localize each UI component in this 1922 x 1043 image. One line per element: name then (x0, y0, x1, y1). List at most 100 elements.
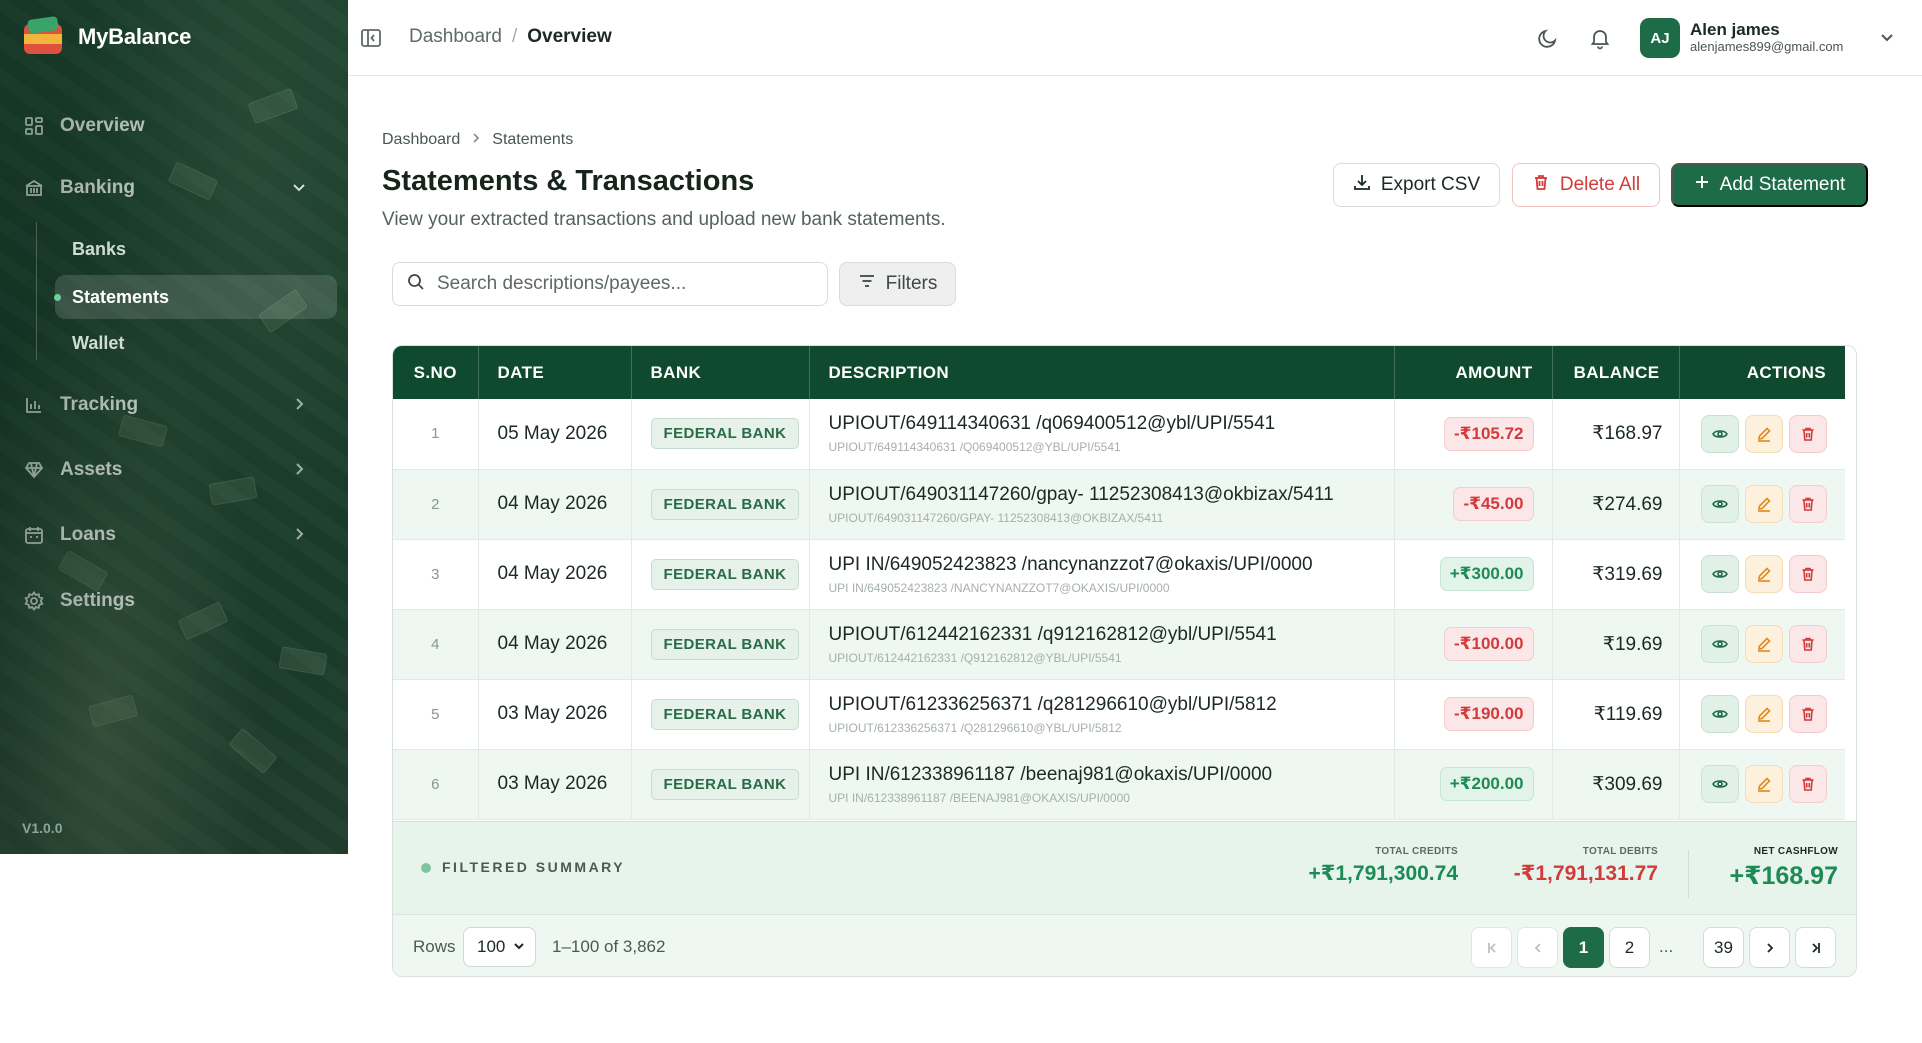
delete-button[interactable] (1789, 765, 1827, 803)
description-raw: UPI IN/649052423823 /NANCYNANZZOT7@OKAXI… (828, 580, 1170, 595)
edit-button[interactable] (1745, 414, 1783, 453)
bank-badge: FEDERAL BANK (650, 698, 800, 730)
eye-icon (1712, 780, 1728, 788)
column-header[interactable]: S.NO (393, 346, 479, 399)
brand[interactable]: MyBalance (22, 15, 191, 58)
row-number: 1 (393, 399, 479, 469)
edit-button[interactable] (1745, 625, 1783, 663)
next-page-button[interactable] (1749, 927, 1790, 968)
button-label: Filters (885, 273, 938, 294)
net-cashflow-label: NET CASHFLOW (1753, 846, 1838, 857)
total-credits-value: +₹1,791,300.74 (1308, 862, 1459, 885)
bell-icon[interactable] (1588, 26, 1612, 50)
page-button[interactable]: 1 (1563, 927, 1604, 968)
delete-button[interactable] (1789, 414, 1827, 453)
filters-button[interactable]: Filters (839, 262, 956, 306)
row-date: 04 May 2026 (478, 539, 632, 609)
sidebar-item-label: Assets (60, 459, 123, 480)
view-button[interactable] (1701, 765, 1739, 803)
table-row[interactable]: 4 04 May 2026 FEDERAL BANK UPIOUT/612442… (393, 609, 1845, 679)
column-header[interactable]: BALANCE (1552, 346, 1680, 399)
search-input[interactable] (437, 273, 797, 295)
sidebar-item-overview[interactable]: Overview (22, 104, 327, 148)
column-header[interactable]: AMOUNT (1394, 346, 1553, 399)
bank-icon (22, 176, 46, 200)
sidebar-subitem-label: Statements (72, 286, 170, 307)
search-box[interactable] (392, 262, 828, 306)
amount-badge: -₹45.00 (1453, 487, 1534, 521)
column-header[interactable]: DATE (478, 346, 632, 399)
bar-chart-icon (22, 393, 46, 417)
view-button[interactable] (1701, 414, 1739, 453)
sidebar-subitem-statements[interactable]: Statements (72, 277, 169, 317)
column-header[interactable]: BANK (631, 346, 810, 399)
edit-button[interactable] (1745, 695, 1783, 733)
description-raw: UPI IN/612338961187 /BEENAJ981@OKAXIS/UP… (828, 790, 1130, 805)
description-raw: UPIOUT/649031147260/GPAY- 11252308413@OK… (828, 510, 1164, 525)
row-amount: -₹105.72 (1394, 399, 1553, 469)
total-credits-label: TOTAL CREDITS (1375, 846, 1458, 857)
delete-button[interactable] (1789, 555, 1827, 593)
delete-all-button[interactable]: Delete All (1512, 163, 1660, 207)
column-header[interactable]: DESCRIPTION (809, 346, 1395, 399)
table-row[interactable]: 6 03 May 2026 FEDERAL BANK UPI IN/612338… (393, 749, 1845, 819)
row-number: 3 (393, 539, 479, 609)
view-button[interactable] (1701, 555, 1739, 593)
row-actions (1679, 539, 1845, 609)
download-icon (1353, 173, 1371, 197)
sidebar-item-assets[interactable]: Assets (22, 448, 327, 492)
breadcrumb-current: Statements (492, 131, 574, 148)
description-main: UPI IN/612338961187 /beenaj981@okaxis/UP… (828, 763, 1273, 785)
first-page-button[interactable] (1471, 927, 1512, 968)
sidebar-item-settings[interactable]: Settings (22, 579, 327, 623)
button-label: Delete All (1559, 174, 1641, 195)
sidebar-item-label: Tracking (60, 394, 139, 415)
edit-button[interactable] (1745, 765, 1783, 803)
view-button[interactable] (1701, 625, 1739, 663)
sidebar-subitem-banks[interactable]: Banks (72, 229, 126, 269)
add-statement-button[interactable]: Add Statement (1671, 163, 1868, 207)
moon-icon[interactable] (1536, 26, 1560, 50)
page-button[interactable]: 39 (1703, 927, 1744, 968)
table-row[interactable]: 2 04 May 2026 FEDERAL BANK UPIOUT/649031… (393, 469, 1845, 539)
eye-icon (1712, 640, 1728, 648)
edit-button[interactable] (1745, 485, 1783, 523)
delete-button[interactable] (1789, 625, 1827, 663)
page-button[interactable]: 2 (1609, 927, 1650, 968)
last-page-button[interactable] (1795, 927, 1836, 968)
view-button[interactable] (1701, 695, 1739, 733)
previous-page-button[interactable] (1517, 927, 1558, 968)
edit-button[interactable] (1745, 555, 1783, 593)
rows-per-page-value: 100 (477, 937, 506, 956)
export-csv-button[interactable]: Export CSV (1333, 163, 1500, 207)
sidebar-subitem-wallet[interactable]: Wallet (72, 323, 124, 363)
delete-button[interactable] (1789, 485, 1827, 523)
delete-button[interactable] (1789, 695, 1827, 733)
sidebar-item-loans[interactable]: Loans (22, 513, 327, 557)
table-row[interactable]: 3 04 May 2026 FEDERAL BANK UPI IN/649052… (393, 539, 1845, 609)
table-row[interactable]: 5 03 May 2026 FEDERAL BANK UPIOUT/612336… (393, 679, 1845, 749)
avatar[interactable]: AJ (1640, 18, 1680, 58)
table-row[interactable]: 1 05 May 2026 FEDERAL BANK UPIOUT/649114… (393, 399, 1845, 469)
amount-badge: -₹190.00 (1444, 697, 1534, 731)
breadcrumb-root[interactable]: Dashboard (382, 131, 460, 149)
breadcrumb-root[interactable]: Dashboard (409, 26, 502, 48)
description-raw: UPIOUT/612442162331 /Q912162812@YBL/UPI/… (828, 650, 1122, 665)
trash-icon (1802, 427, 1814, 441)
sidebar-toggle-icon[interactable] (360, 27, 382, 49)
row-number: 5 (393, 679, 479, 749)
user-name[interactable]: Alen james (1690, 20, 1780, 40)
trash-icon (1802, 567, 1814, 581)
row-balance: ₹274.69 (1552, 469, 1680, 539)
eye-icon (1712, 710, 1728, 718)
chevron-right-icon (291, 526, 307, 548)
bank-badge: FEDERAL BANK (650, 558, 800, 590)
active-indicator-dot (54, 294, 61, 301)
rows-per-page-select[interactable]: 100 (463, 927, 536, 967)
bank-badge: FEDERAL BANK (650, 488, 800, 520)
breadcrumb-current: Overview (527, 26, 612, 47)
sidebar-item-tracking[interactable]: Tracking (22, 383, 327, 427)
sidebar-item-banking[interactable]: Banking (22, 166, 327, 210)
chevron-down-icon[interactable] (1878, 28, 1896, 51)
view-button[interactable] (1701, 485, 1739, 523)
